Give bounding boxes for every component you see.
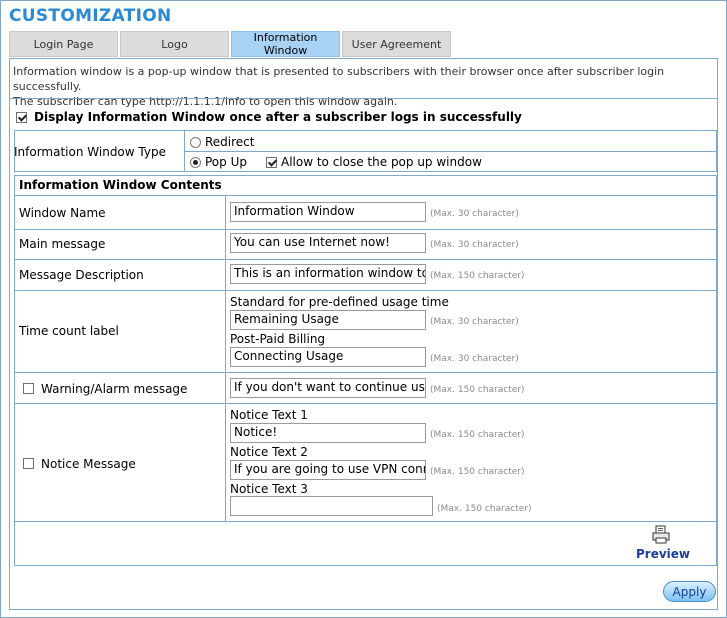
apply-button[interactable]: Apply xyxy=(663,581,716,602)
time-count-label: Time count label xyxy=(19,324,119,338)
table-border xyxy=(225,196,226,522)
table-border xyxy=(14,229,717,230)
postpaid-label: Post-Paid Billing xyxy=(230,332,326,346)
message-description-input[interactable]: This is an information window to show xyxy=(230,264,426,284)
main-message-label: Main message xyxy=(19,237,106,251)
notice-label: Notice Message xyxy=(41,457,136,471)
table-border xyxy=(14,403,717,404)
tab-user-agreement[interactable]: User Agreement xyxy=(342,31,451,57)
window-name-hint: (Max. 30 character) xyxy=(430,209,519,219)
table-border xyxy=(14,521,717,522)
table-border xyxy=(14,290,717,291)
notice-text1-hint: (Max. 150 character) xyxy=(430,430,525,440)
table-border xyxy=(14,175,15,565)
intro-text: Information window is a pop-up window th… xyxy=(13,64,727,109)
popup-radio[interactable] xyxy=(190,157,201,168)
redirect-label: Redirect xyxy=(205,135,255,149)
message-description-hint: (Max. 150 character) xyxy=(430,271,525,281)
warning-label: Warning/Alarm message xyxy=(41,382,188,396)
allow-close-checkbox[interactable] xyxy=(266,157,277,168)
warning-input[interactable]: If you don't want to continue using Inte… xyxy=(230,378,426,398)
notice-text3-label: Notice Text 3 xyxy=(230,482,308,496)
table-border xyxy=(14,175,717,176)
notice-text1-label: Notice Text 1 xyxy=(230,408,308,422)
table-border xyxy=(14,130,717,131)
message-description-label: Message Description xyxy=(19,268,144,282)
postpaid-input[interactable]: Connecting Usage xyxy=(230,347,426,367)
allow-close-label: Allow to close the pop up window xyxy=(281,155,482,169)
intro-line-1: Information window is a pop-up window th… xyxy=(13,65,665,93)
contents-section-title: Information Window Contents xyxy=(19,178,222,192)
main-message-hint: (Max. 30 character) xyxy=(430,240,519,250)
main-message-input[interactable]: You can use Internet now! xyxy=(230,233,426,253)
notice-text3-hint: (Max. 150 character) xyxy=(437,504,532,514)
preview-link[interactable]: Preview xyxy=(636,547,690,561)
display-window-checkbox[interactable] xyxy=(16,112,27,123)
standard-usage-hint: (Max. 30 character) xyxy=(430,317,519,327)
window-name-label: Window Name xyxy=(19,206,106,220)
standard-usage-input[interactable]: Remaining Usage xyxy=(230,310,426,330)
warning-hint: (Max. 150 character) xyxy=(430,385,525,395)
printer-icon[interactable] xyxy=(651,525,671,545)
tab-information-window[interactable]: Information Window xyxy=(231,31,340,57)
intro-line-2: The subscriber can type http://1.1.1.1/i… xyxy=(13,95,398,108)
table-border xyxy=(14,372,717,373)
warning-checkbox[interactable] xyxy=(23,383,34,394)
window-name-input[interactable]: Information Window xyxy=(230,202,426,222)
table-border xyxy=(14,171,717,172)
display-window-label: Display Information Window once after a … xyxy=(34,110,522,124)
notice-text2-input[interactable]: If you are going to use VPN connection xyxy=(230,460,426,480)
table-border xyxy=(14,195,717,196)
notice-checkbox[interactable] xyxy=(23,458,34,469)
table-border xyxy=(716,175,717,565)
notice-text2-hint: (Max. 150 character) xyxy=(430,467,525,477)
popup-label: Pop Up xyxy=(205,155,247,169)
tab-logo[interactable]: Logo xyxy=(120,31,229,57)
table-border xyxy=(184,151,717,152)
postpaid-hint: (Max. 30 character) xyxy=(430,354,519,364)
standard-usage-label: Standard for pre-defined usage time xyxy=(230,295,449,309)
notice-text2-label: Notice Text 2 xyxy=(230,445,308,459)
tab-login-page[interactable]: Login Page xyxy=(9,31,118,57)
window-type-label: Information Window Type xyxy=(14,145,166,159)
page-title: CUSTOMIZATION xyxy=(9,6,172,26)
divider xyxy=(9,98,718,99)
notice-text1-input[interactable]: Notice! xyxy=(230,423,426,443)
redirect-radio[interactable] xyxy=(190,137,201,148)
notice-text3-input[interactable] xyxy=(230,496,433,516)
table-border xyxy=(14,259,717,260)
table-border xyxy=(14,565,717,566)
